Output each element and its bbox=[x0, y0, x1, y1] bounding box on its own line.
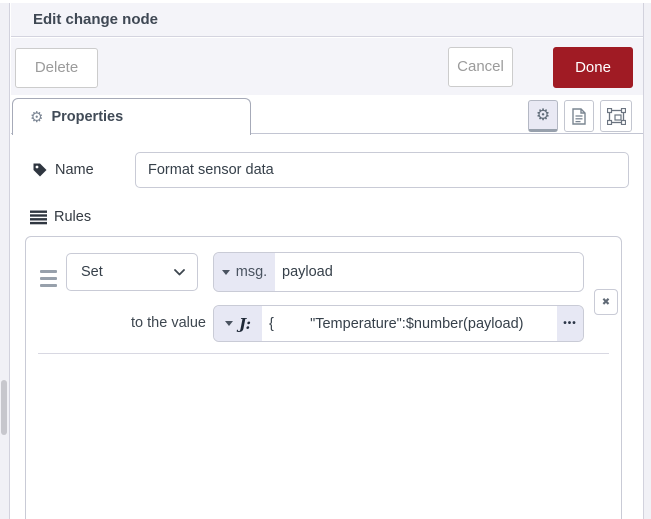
property-input[interactable] bbox=[275, 253, 583, 291]
dialog-title: Edit change node bbox=[33, 3, 158, 37]
rule-action-select[interactable]: Set bbox=[66, 253, 198, 291]
chevron-down-icon bbox=[174, 269, 185, 276]
page-left-gutter bbox=[0, 0, 10, 519]
rules-label-row: Rules bbox=[30, 205, 91, 229]
caret-down-icon bbox=[222, 270, 230, 275]
rules-label: Rules bbox=[54, 209, 91, 225]
value-expression-input[interactable] bbox=[262, 306, 557, 341]
property-type-label: msg. bbox=[236, 264, 267, 280]
object-group-icon bbox=[607, 108, 626, 125]
page-right-gutter bbox=[643, 0, 651, 519]
value-type-button[interactable]: J: bbox=[214, 306, 262, 341]
properties-gear-icon: ⚙ bbox=[30, 108, 43, 126]
jsonata-expression-icon: J: bbox=[239, 315, 251, 333]
name-label-row: Name bbox=[32, 153, 94, 187]
description-tab-button[interactable] bbox=[564, 100, 594, 132]
gear-icon: ⚙ bbox=[536, 105, 550, 125]
dialog-toolbar: Delete Cancel Done bbox=[11, 38, 643, 95]
caret-down-icon bbox=[225, 321, 233, 326]
close-icon: ✖ bbox=[602, 297, 610, 308]
tab-bar: ⚙ Properties ⚙ bbox=[11, 95, 643, 134]
properties-panel: Name Rules Set bbox=[11, 135, 643, 519]
name-label: Name bbox=[55, 162, 94, 178]
rule-property-field: msg. bbox=[213, 252, 584, 292]
rule-action-value: Set bbox=[81, 264, 174, 280]
to-value-label: to the value bbox=[66, 305, 206, 342]
appearance-tab-button[interactable] bbox=[600, 100, 632, 132]
properties-tab-button[interactable]: ⚙ bbox=[528, 100, 558, 132]
rules-list: Set msg. ✖ to the value bbox=[25, 236, 622, 519]
rule-drag-handle-icon[interactable] bbox=[40, 270, 57, 291]
dialog-header: Edit change node bbox=[11, 3, 643, 37]
done-button[interactable]: Done bbox=[553, 47, 633, 88]
tab-properties-label: Properties bbox=[51, 109, 123, 125]
rule-value-field: J: ••• bbox=[213, 305, 584, 342]
document-icon bbox=[572, 108, 586, 125]
edit-change-node-dialog: Edit change node Delete Cancel Done ⚙ Pr… bbox=[0, 0, 651, 519]
delete-button[interactable]: Delete bbox=[15, 48, 98, 88]
rule-divider bbox=[38, 353, 609, 354]
expand-expression-button[interactable]: ••• bbox=[557, 306, 583, 341]
cancel-button[interactable]: Cancel bbox=[448, 47, 513, 87]
property-type-button[interactable]: msg. bbox=[214, 253, 275, 291]
tag-icon bbox=[32, 162, 48, 178]
name-input[interactable] bbox=[135, 152, 629, 188]
rule-delete-button[interactable]: ✖ bbox=[594, 289, 618, 315]
ellipsis-icon: ••• bbox=[563, 318, 577, 329]
list-icon bbox=[30, 210, 47, 225]
top-strip bbox=[0, 0, 651, 3]
scrollbar-thumb[interactable] bbox=[1, 380, 7, 435]
tab-properties[interactable]: ⚙ Properties bbox=[12, 98, 251, 135]
